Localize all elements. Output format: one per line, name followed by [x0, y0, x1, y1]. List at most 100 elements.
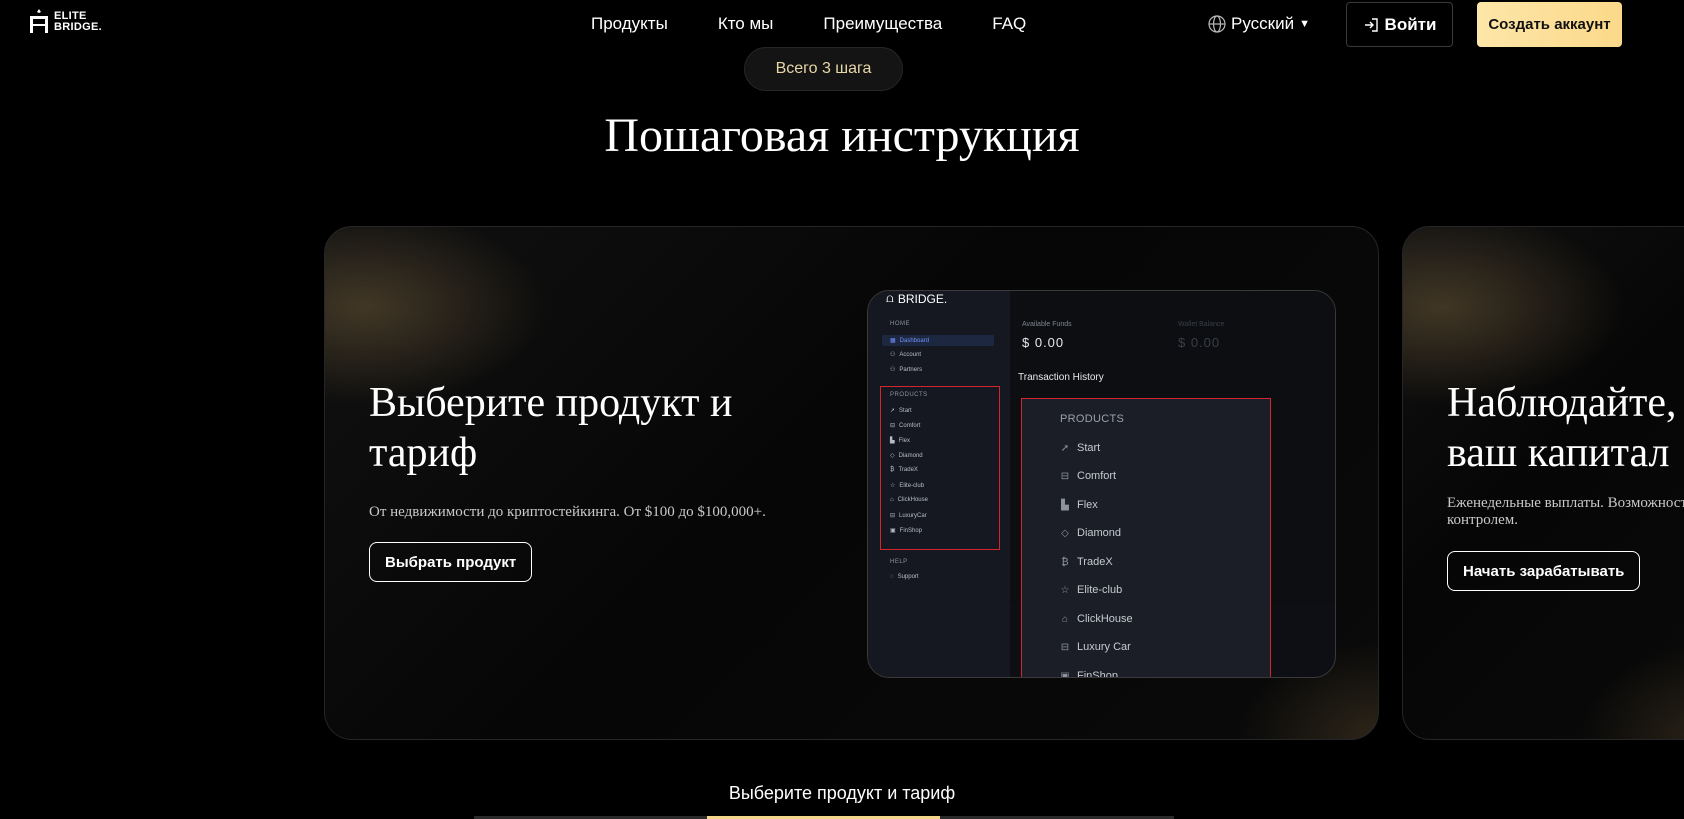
overlay-item: ⊟ Luxury Car [1060, 641, 1131, 653]
car-icon: ⊟ [1060, 470, 1070, 482]
step-card-2: Наблюдайте, ваш капитал Еженедельные вып… [1402, 226, 1684, 740]
overlay-item: ▣ FinShop [1060, 670, 1118, 678]
bitcoin-icon: ₿ [1061, 556, 1069, 568]
nav-advantages[interactable]: Преимущества [823, 14, 942, 34]
rocket-icon: ➚ [890, 408, 896, 414]
signup-button[interactable]: Создать аккаунт [1477, 2, 1622, 47]
mockup-item-label: Account [899, 351, 922, 358]
logo-crown-icon [30, 9, 48, 33]
mockup-product-item: ☆ Elite-club [890, 482, 925, 490]
overlay-item: ➚ Start [1060, 442, 1100, 454]
mockup-product-item: ◇ Diamond [890, 452, 923, 460]
nav-products[interactable]: Продукты [591, 14, 668, 34]
overlay-item: ▙ Flex [1060, 499, 1098, 511]
mockup-product-item: ⌂ ClickHouse [890, 497, 928, 503]
products-dropdown-highlight: PRODUCTS ➚ Start ⊟ Comfort ▙ Flex ◇ Diamond … [1021, 398, 1271, 678]
logo-text: ELITE BRIDGE. [54, 11, 102, 33]
support-icon: ◌ [890, 574, 894, 580]
mockup-item-label: Partners [899, 366, 923, 373]
mockup-item-support: ◌ Support [890, 574, 919, 580]
star-icon: ☆ [890, 483, 896, 489]
wallet-balance-value: $ 0.00 [1178, 335, 1221, 350]
mockup-product-item: ₿ TradeX [890, 467, 918, 473]
globe-icon [1208, 15, 1226, 33]
mockup-item-label: Comfort [899, 422, 921, 429]
mockup-item-label: FinShop [899, 527, 923, 534]
overlay-item-label: Comfort [1077, 470, 1117, 482]
choose-product-button[interactable]: Выбрать продукт [369, 542, 533, 582]
card-title: Выберите продукт и тариф [369, 380, 733, 476]
card-title: Наблюдайте, ваш капитал [1447, 380, 1677, 476]
card-description: Еженедельные выплаты. Возможность под ко… [1447, 495, 1684, 528]
transaction-history-title: Transaction History [1018, 372, 1104, 383]
overlay-item: ⊟ Comfort [1060, 470, 1116, 482]
active-step-title: Выберите продукт и тариф [728, 783, 956, 803]
mockup-item-label: Support [897, 574, 919, 580]
mockup-item-label: Dashboard [899, 337, 930, 344]
step-card-1: Выберите продукт и тариф От недвижимости… [324, 226, 1379, 740]
card-description: От недвижимости до криптостейкинга. От $… [369, 504, 766, 520]
available-funds-label: Available Funds [1022, 321, 1072, 328]
mockup-item-label: Start [899, 407, 912, 414]
login-button[interactable]: Войти [1346, 2, 1453, 47]
mockup-product-item: ▙ Flex [890, 437, 910, 445]
mockup-item-label: LuxuryCar [899, 512, 927, 519]
overlay-item: ⌂ ClickHouse [1060, 613, 1133, 625]
bitcoin-icon: ₿ [890, 467, 895, 473]
wallet-balance-label: Wallet Balance [1178, 321, 1225, 328]
grid-icon: ▦ [890, 338, 896, 344]
home-icon: ⌂ [1061, 613, 1069, 625]
mockup-product-item: ▣ FinShop [890, 527, 923, 535]
overlay-item-label: Start [1077, 442, 1101, 454]
mockup-section-products: PRODUCTS [890, 392, 928, 398]
nav-about[interactable]: Кто мы [718, 14, 774, 34]
overlay-item: ◇ Diamond [1060, 527, 1121, 539]
diamond-icon: ◇ [890, 453, 895, 459]
start-earning-button[interactable]: Начать зарабатывать [1447, 551, 1641, 591]
mockup-item-label: TradeX [898, 467, 918, 473]
mockup-item-account: ⚇ Account [890, 351, 922, 359]
nav-faq[interactable]: FAQ [992, 14, 1026, 34]
overlay-item-label: Elite-club [1077, 584, 1123, 596]
rocket-icon: ➚ [1060, 442, 1070, 454]
mockup-item-label: Diamond [898, 452, 923, 459]
home-icon: ⌂ [890, 497, 894, 503]
overlay-item-label: TradeX [1077, 556, 1113, 568]
mockup-product-item: ➚ Start [890, 407, 912, 415]
overlay-item-label: ClickHouse [1077, 613, 1133, 625]
login-label: Войти [1384, 14, 1437, 34]
users-icon: ⚇ [890, 367, 896, 373]
language-label: Русский [1231, 14, 1295, 33]
shop-icon: ▣ [890, 528, 896, 534]
chart-icon: ▙ [890, 438, 895, 444]
mockup-item-dashboard: ▦ Dashboard [882, 335, 994, 346]
mockup-section-home: HOME [890, 321, 910, 327]
mockup-logo-icon: ⩍ [886, 291, 894, 305]
overlay-item-label: Flex [1077, 499, 1098, 511]
overlay-item-label: Luxury Car [1077, 641, 1131, 653]
mockup-product-item: ⊟ Comfort [890, 422, 921, 430]
car-icon: ⊟ [890, 423, 896, 429]
main-nav: Продукты Кто мы Преимущества FAQ [591, 14, 1026, 34]
car-icon: ⊟ [1060, 641, 1070, 653]
mockup-item-partners: ⚇ Partners [890, 366, 923, 374]
mockup-item-label: Flex [898, 437, 910, 444]
car-icon: ⊟ [890, 513, 896, 519]
mockup-item-label: Elite-club [899, 482, 925, 489]
star-icon: ☆ [1060, 584, 1070, 596]
logo-line-2: BRIDGE. [54, 21, 102, 33]
user-icon: ⚇ [890, 352, 896, 358]
chart-icon: ▙ [1061, 499, 1069, 511]
dashboard-screenshot: ⩍ BRIDGE. HOME ▦ Dashboard ⚇ Account ⚇ Part… [867, 290, 1336, 678]
mockup-brand-label: BRIDGE. [897, 291, 948, 306]
mockup-item-label: ClickHouse [897, 497, 928, 503]
overlay-item-label: Diamond [1077, 527, 1122, 539]
steps-badge: Всего 3 шага [744, 47, 903, 91]
login-icon [1364, 17, 1378, 32]
overlay-item-label: FinShop [1077, 670, 1118, 678]
mockup-sidebar: ⩍ BRIDGE. HOME ▦ Dashboard ⚇ Account ⚇ Part… [868, 291, 1010, 677]
logo[interactable]: ELITE BRIDGE. [28, 9, 102, 35]
mockup-section-help: HELP [890, 559, 908, 565]
language-selector[interactable]: Русский ▼ [1208, 14, 1310, 34]
overlay-item: ₿ TradeX [1060, 556, 1113, 568]
